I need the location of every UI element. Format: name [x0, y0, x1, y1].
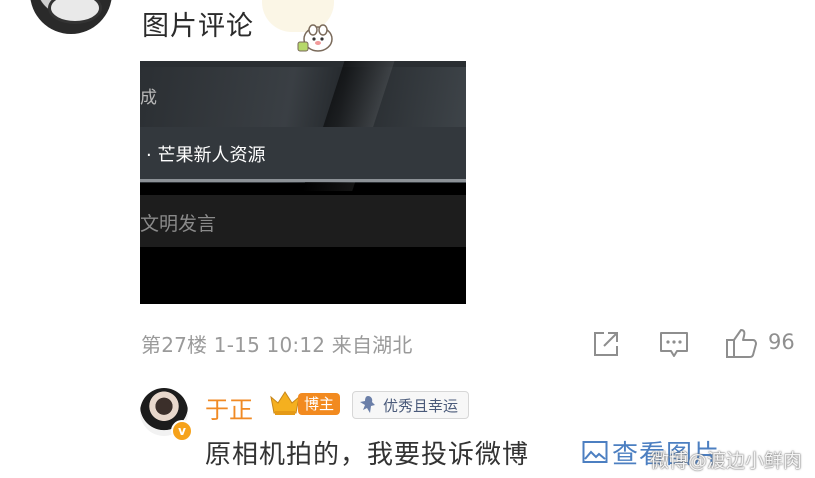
comment-image[interactable]: 成 · 芒果新人资源 文明发言 [140, 61, 466, 304]
blogger-badge: 博主 [298, 393, 341, 415]
reply-text: 原相机拍的，我要投诉微博 [205, 440, 530, 470]
sticker-icon [297, 24, 333, 52]
verified-badge-icon: v [171, 420, 193, 442]
like-icon[interactable] [725, 327, 759, 359]
comment-meta: 第27楼 1-15 10:12 来自湖北 [141, 333, 413, 357]
image-divider [140, 179, 466, 182]
image-input-placeholder: 文明发言 [140, 213, 217, 235]
lucky-badge-icon [360, 396, 375, 413]
reply-username[interactable]: 于正 [205, 390, 253, 425]
image-cropped-text-row [140, 61, 466, 67]
picture-icon[interactable] [582, 440, 608, 464]
lucky-badge[interactable]: 优秀且幸运 [352, 391, 469, 419]
image-link-text: · 芒果新人资源 [146, 145, 266, 166]
like-count: 96 [768, 330, 795, 354]
lucky-badge-label: 优秀且幸运 [383, 397, 459, 415]
comment-icon[interactable] [659, 331, 689, 359]
watermark: 微博@渡边小鲜肉 [650, 450, 803, 472]
share-icon[interactable] [592, 330, 620, 358]
image-text-cheng: 成 [140, 88, 157, 108]
crown-icon [270, 391, 300, 415]
page-title: 图片评论 [142, 11, 254, 42]
top-user-avatar[interactable] [30, 0, 112, 34]
